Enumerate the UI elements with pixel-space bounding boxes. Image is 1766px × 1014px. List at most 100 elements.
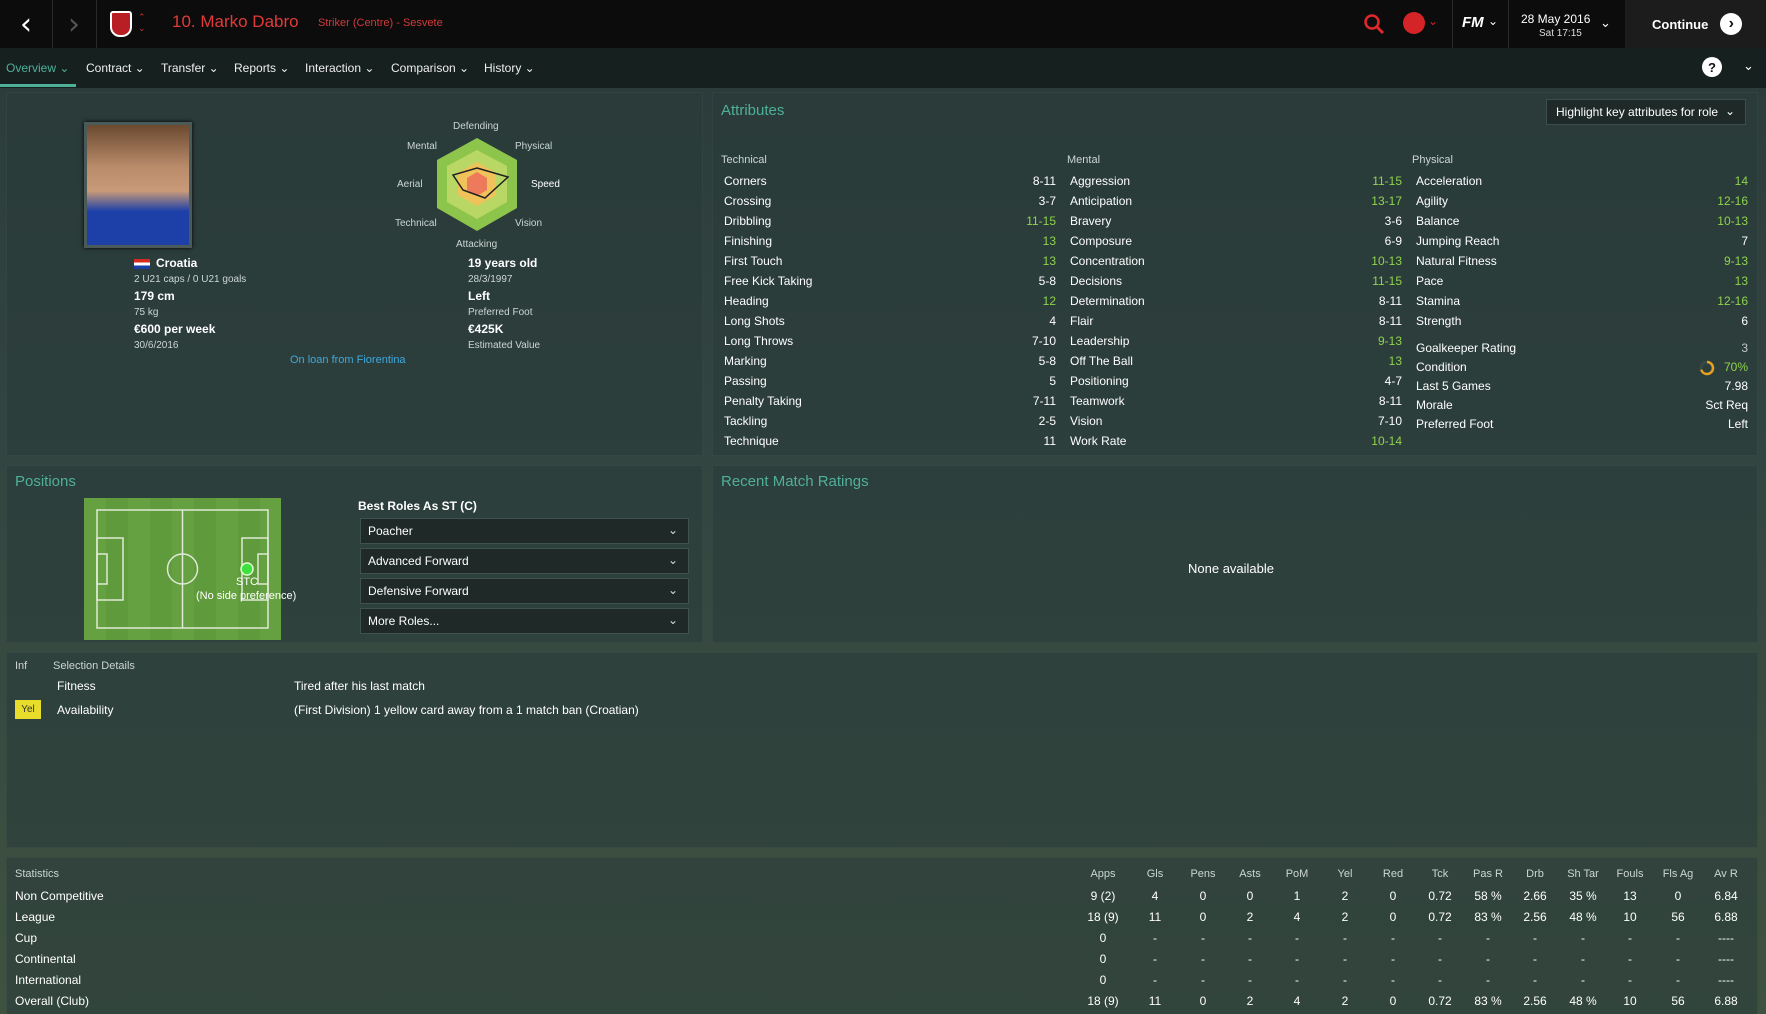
attribute-value: 3-7: [1038, 194, 1056, 208]
fm-logo[interactable]: FM: [1462, 14, 1484, 31]
attribute-anticipation[interactable]: Anticipation: [1070, 194, 1132, 208]
attribute-long-shots[interactable]: Long Shots: [724, 314, 785, 328]
divider: [1452, 0, 1453, 48]
radar-label-physical: Physical: [515, 141, 553, 152]
attribute-value: 11-15: [1372, 274, 1402, 288]
tab-overview[interactable]: Overview ⌄: [6, 61, 69, 75]
attribute-off-the-ball[interactable]: Off The Ball: [1070, 354, 1133, 368]
attribute-dribbling[interactable]: Dribbling: [724, 214, 771, 228]
attribute-value: 14: [1734, 174, 1748, 188]
attribute-value: 13: [1388, 354, 1402, 368]
attribute-acceleration[interactable]: Acceleration: [1416, 174, 1482, 188]
role-more-roles[interactable]: More Roles... ⌄: [360, 608, 689, 634]
role-poacher[interactable]: Poacher ⌄: [360, 518, 689, 544]
attribute-heading[interactable]: Heading: [724, 294, 769, 308]
attribute-passing[interactable]: Passing: [724, 374, 767, 388]
role-advanced-forward[interactable]: Advanced Forward ⌄: [360, 548, 689, 574]
forward-icon[interactable]: ›: [52, 0, 96, 48]
attribute-long-throws[interactable]: Long Throws: [724, 334, 793, 348]
attribute-value: 8-11: [1378, 314, 1402, 328]
attribute-decisions[interactable]: Decisions: [1070, 274, 1122, 288]
tab-history[interactable]: History ⌄: [484, 61, 535, 75]
attribute-jumping-reach[interactable]: Jumping Reach: [1416, 234, 1499, 248]
attribute-tackling[interactable]: Tackling: [724, 414, 767, 428]
attribute-finishing[interactable]: Finishing: [724, 234, 772, 248]
attribute-value: 12-16: [1717, 194, 1748, 208]
tab-contract[interactable]: Contract ⌄: [86, 61, 145, 75]
continue-button[interactable]: Continue ›: [1625, 0, 1766, 48]
technical-header: Technical: [721, 154, 767, 166]
club-switch-chevron-icon[interactable]: ⌃ ⌄: [138, 12, 146, 34]
attribute-penalty-taking[interactable]: Penalty Taking: [724, 394, 802, 408]
club-crest-icon[interactable]: [110, 11, 132, 37]
attribute-corners[interactable]: Corners: [724, 174, 767, 188]
selection-col-inf: Inf: [15, 660, 28, 672]
extra-goalkeeper-rating[interactable]: Goalkeeper Rating: [1416, 341, 1516, 355]
chevron-down-icon[interactable]: ⌄: [1488, 14, 1498, 28]
attribute-composure[interactable]: Composure: [1070, 234, 1132, 248]
stats-row-label: League: [15, 910, 56, 924]
attribute-teamwork[interactable]: Teamwork: [1070, 394, 1125, 408]
attribute-aggression[interactable]: Aggression: [1070, 174, 1130, 188]
back-icon[interactable]: ‹: [4, 0, 48, 48]
selection-availability-label: Availability: [57, 703, 114, 717]
attribute-work-rate[interactable]: Work Rate: [1070, 434, 1126, 448]
attribute-determination[interactable]: Determination: [1070, 294, 1145, 308]
stats-header-apps[interactable]: Apps: [1073, 868, 1133, 880]
attribute-flair[interactable]: Flair: [1070, 314, 1093, 328]
attribute-technique[interactable]: Technique: [724, 434, 779, 448]
tab-comparison[interactable]: Comparison ⌄: [391, 61, 469, 75]
stats-cell: 9 (2): [1090, 889, 1116, 903]
attributes-title: Attributes: [721, 102, 785, 119]
chevron-down-icon[interactable]: ⌄: [1600, 15, 1611, 31]
attribute-strength[interactable]: Strength: [1416, 314, 1461, 328]
tab-transfer[interactable]: Transfer ⌄: [161, 61, 219, 75]
active-tab-indicator: [0, 84, 76, 87]
game-date[interactable]: 28 May 2016: [1521, 12, 1590, 26]
attribute-bravery[interactable]: Bravery: [1070, 214, 1111, 228]
extra-preferred-foot[interactable]: Preferred Foot: [1416, 417, 1493, 431]
help-icon[interactable]: ?: [1702, 57, 1722, 77]
tab-reports[interactable]: Reports ⌄: [234, 61, 289, 75]
attribute-stamina[interactable]: Stamina: [1416, 294, 1460, 308]
club-ball-icon[interactable]: [1403, 12, 1425, 34]
nation[interactable]: Croatia: [156, 256, 197, 270]
attribute-crossing[interactable]: Crossing: [724, 194, 771, 208]
attribute-marking[interactable]: Marking: [724, 354, 767, 368]
attribute-vision[interactable]: Vision: [1070, 414, 1102, 428]
search-icon[interactable]: [1363, 13, 1385, 35]
attribute-value: 10-13: [1371, 254, 1402, 268]
role-defensive-forward[interactable]: Defensive Forward ⌄: [360, 578, 689, 604]
yellow-card-badge: Yel: [15, 700, 41, 719]
attribute-leadership[interactable]: Leadership: [1070, 334, 1129, 348]
extra-morale[interactable]: Morale: [1416, 398, 1453, 412]
game-time: Sat 17:15: [1539, 28, 1582, 39]
arrow-right-icon: ›: [1720, 13, 1743, 35]
selection-fitness-label: Fitness: [57, 679, 96, 693]
attribute-positioning[interactable]: Positioning: [1070, 374, 1129, 388]
highlight-role-dropdown[interactable]: Highlight key attributes for role ⌄: [1546, 99, 1746, 125]
chevron-down-icon[interactable]: ⌄: [1428, 14, 1438, 28]
chevron-down-icon[interactable]: ⌄: [1743, 58, 1754, 74]
stats-header-av-r[interactable]: Av R: [1696, 868, 1756, 880]
attribute-pace[interactable]: Pace: [1416, 274, 1443, 288]
loan-link[interactable]: On loan from Fiorentina: [290, 354, 406, 366]
attribute-agility[interactable]: Agility: [1416, 194, 1448, 208]
attribute-natural-fitness[interactable]: Natural Fitness: [1416, 254, 1497, 268]
attribute-value: 5-8: [1038, 354, 1056, 368]
tab-interaction[interactable]: Interaction ⌄: [305, 61, 374, 75]
preferred-foot-label: Preferred Foot: [468, 307, 533, 318]
attribute-value: 13: [1734, 274, 1748, 288]
attribute-value: 11-15: [1372, 174, 1402, 188]
attribute-free-kick-taking[interactable]: Free Kick Taking: [724, 274, 812, 288]
attribute-balance[interactable]: Balance: [1416, 214, 1459, 228]
extra-last-5-games[interactable]: Last 5 Games: [1416, 379, 1491, 393]
attribute-value: 7-10: [1031, 334, 1056, 348]
selection-panel: [6, 652, 1758, 848]
role-label: Defensive Forward: [368, 584, 469, 598]
attribute-value: 9-13: [1377, 334, 1402, 348]
selection-col-details: Selection Details: [53, 660, 135, 672]
extra-condition[interactable]: Condition: [1416, 360, 1467, 374]
attribute-first-touch[interactable]: First Touch: [724, 254, 782, 268]
attribute-concentration[interactable]: Concentration: [1070, 254, 1145, 268]
